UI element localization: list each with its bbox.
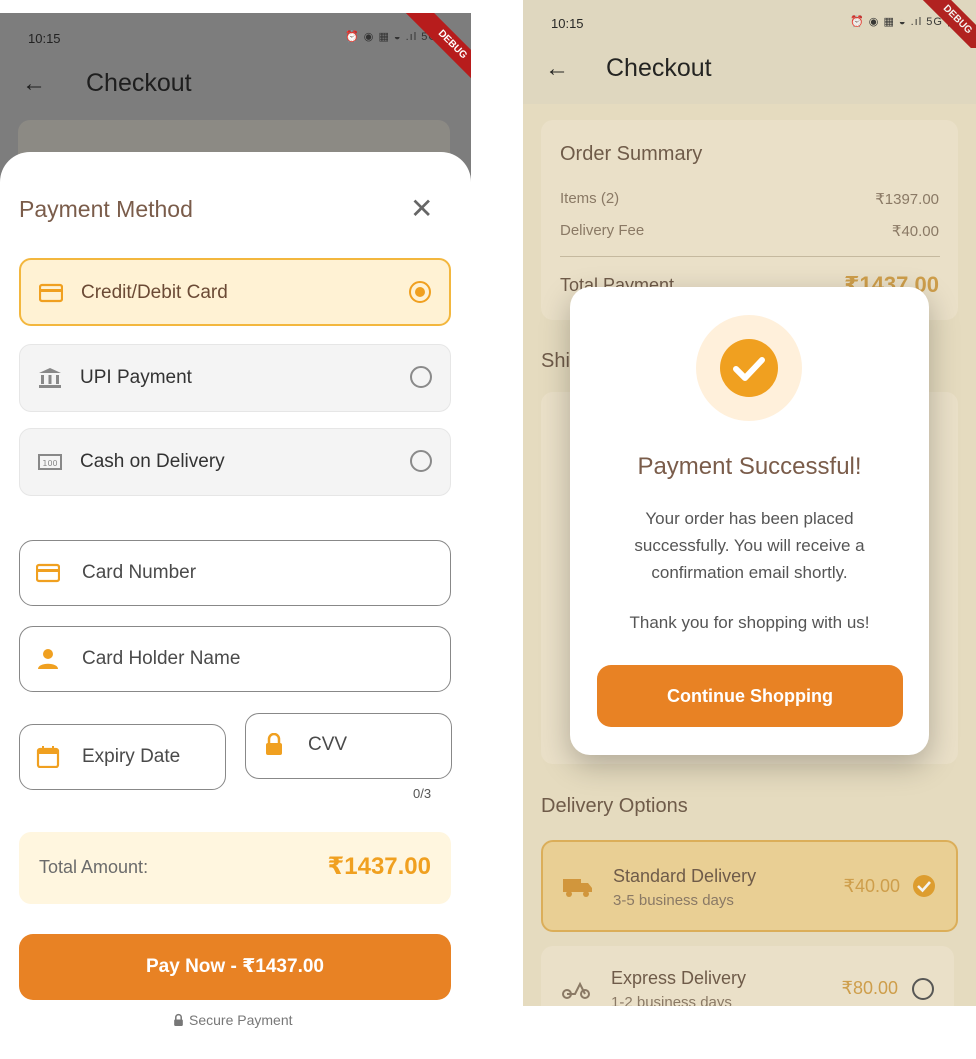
option-cash[interactable]: 100 Cash on Delivery	[19, 428, 451, 496]
person-icon	[38, 649, 58, 669]
continue-shopping-button[interactable]: Continue Shopping	[597, 665, 903, 727]
payment-success-dialog: Payment Successful! Your order has been …	[570, 287, 929, 755]
card-number-placeholder: Card Number	[82, 562, 197, 583]
total-value: ₹1437.00	[327, 853, 431, 880]
lock-icon	[174, 1013, 183, 1026]
secure-text: Secure Payment	[189, 1012, 293, 1028]
option-upi[interactable]: UPI Payment	[19, 344, 451, 412]
dialog-message: Your order has been placed successfully.…	[634, 509, 865, 582]
credit-card-icon	[39, 283, 63, 303]
dialog-title: Payment Successful!	[637, 453, 862, 480]
sheet-title: Payment Method	[19, 196, 193, 222]
card-holder-placeholder: Card Holder Name	[82, 648, 241, 669]
total-label: Total Amount:	[39, 857, 149, 877]
option-label: Credit/Debit Card	[81, 282, 228, 303]
status-bar: 10:15 ⏰ ◉ ▦ ◒ .ıl 5G ▮	[0, 13, 471, 61]
cvv-placeholder: CVV	[308, 734, 348, 755]
check-circle-icon	[720, 339, 778, 397]
back-arrow-icon[interactable]: ←	[22, 70, 46, 98]
bank-icon	[39, 368, 61, 388]
svg-text:100: 100	[42, 459, 57, 468]
total-amount-box: Total Amount: ₹1437.00	[19, 832, 451, 904]
card-holder-field[interactable]: Card Holder Name	[19, 626, 451, 692]
radio-selected[interactable]	[409, 281, 431, 303]
option-label: Cash on Delivery	[80, 451, 225, 472]
dialog-thanks: Thank you for shopping with us!	[629, 613, 870, 632]
expiry-placeholder: Expiry Date	[82, 746, 181, 767]
radio-unselected[interactable]	[410, 366, 432, 388]
credit-card-icon	[36, 563, 60, 583]
check-icon	[733, 357, 765, 381]
cvv-counter: 0/3	[413, 786, 432, 801]
option-label: UPI Payment	[80, 367, 192, 388]
secure-payment-note: Secure Payment	[172, 1012, 293, 1028]
card-number-field[interactable]: Card Number	[19, 540, 451, 606]
radio-unselected[interactable]	[410, 450, 432, 472]
expiry-date-field[interactable]: Expiry Date	[19, 724, 226, 790]
page-title: Checkout	[86, 69, 192, 97]
cash-icon: 100	[38, 454, 62, 470]
option-credit-card[interactable]: Credit/Debit Card	[19, 258, 451, 326]
pay-now-button[interactable]: Pay Now - ₹1437.00	[19, 934, 451, 1000]
cvv-field[interactable]: CVV	[245, 713, 452, 779]
lock-icon	[266, 733, 282, 755]
close-icon[interactable]: ✕	[410, 192, 433, 225]
status-time: 10:15	[28, 31, 61, 46]
calendar-icon	[36, 746, 60, 768]
